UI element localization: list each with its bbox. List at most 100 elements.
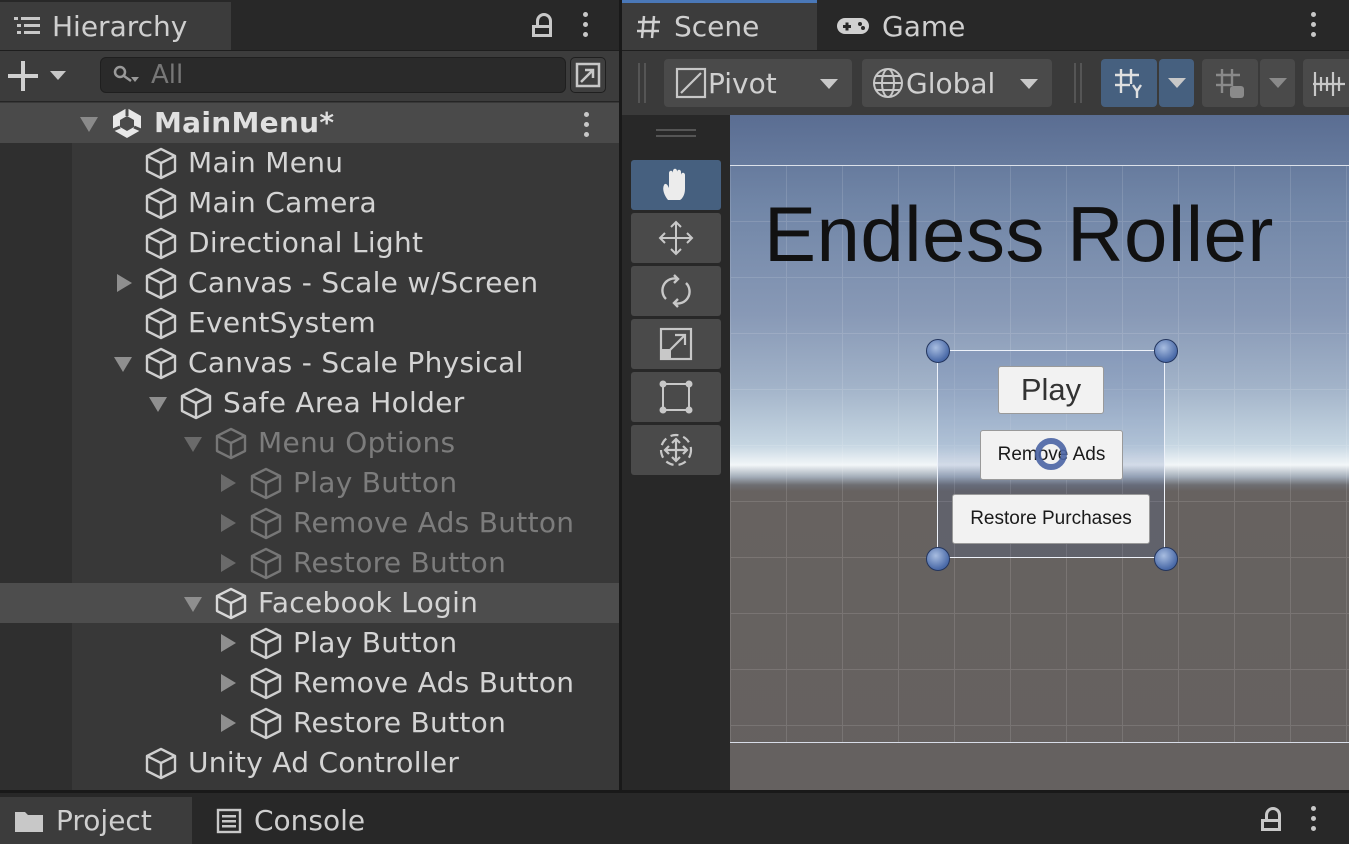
resize-handle-top-right[interactable] <box>1154 339 1178 363</box>
tree-row[interactable]: Canvas - Scale Physical <box>0 343 619 383</box>
expand-arrow-icon[interactable] <box>221 554 236 572</box>
tree-row-label: Canvas - Scale Physical <box>188 346 524 379</box>
tab-scene[interactable]: Scene <box>622 0 817 50</box>
game-title-text[interactable]: Endless Roller <box>764 189 1274 280</box>
tab-game[interactable]: Game <box>822 2 982 50</box>
grid-toggle-button[interactable] <box>1101 59 1157 107</box>
tree-row[interactable]: Directional Light <box>0 223 619 263</box>
hierarchy-panel: Hierarchy All MainMenu* Main Menu Main C… <box>0 0 619 790</box>
expand-arrow-icon[interactable] <box>221 674 236 692</box>
gamepad-icon <box>837 18 869 34</box>
hand-icon <box>663 168 685 200</box>
expand-arrow-icon[interactable] <box>221 634 236 652</box>
pivot-handle-icon[interactable] <box>1035 438 1067 470</box>
chevron-down-icon <box>1268 78 1287 88</box>
tree-row-inactive[interactable]: Restore Button <box>0 543 619 583</box>
scene-options-icon[interactable] <box>584 112 590 142</box>
collapse-arrow-icon[interactable] <box>184 437 202 452</box>
lock-icon[interactable] <box>1261 807 1281 831</box>
collapse-arrow-icon[interactable] <box>149 397 167 412</box>
resize-handle-bottom-right[interactable] <box>1154 547 1178 571</box>
collapse-arrow-icon[interactable] <box>184 597 202 612</box>
tree-row-inactive[interactable]: Play Button <box>0 463 619 503</box>
scale-tool-button[interactable] <box>631 319 721 369</box>
tab-console[interactable]: Console <box>202 797 402 844</box>
tree-row-label: Directional Light <box>188 226 424 259</box>
tree-row-selected[interactable]: Facebook Login <box>0 583 619 623</box>
tab-game-label: Game <box>882 9 966 43</box>
toolbar-grip <box>1074 63 1082 103</box>
global-dropdown[interactable]: Global <box>862 59 1052 107</box>
expand-arrow-icon[interactable] <box>117 274 132 292</box>
gameobject-cube-icon <box>250 467 282 500</box>
tree-row-label: Main Camera <box>188 186 377 219</box>
grid-snap-icon <box>1115 69 1142 98</box>
lock-icon[interactable] <box>532 13 552 37</box>
gameobject-cube-icon <box>145 347 177 380</box>
tab-project[interactable]: Project <box>0 797 192 844</box>
search-input[interactable] <box>141 59 553 91</box>
tree-row[interactable]: Remove Ads Button <box>0 663 619 703</box>
expand-arrow-icon[interactable] <box>221 714 236 732</box>
snap-toggle-button[interactable] <box>1202 59 1258 107</box>
plus-icon <box>8 61 66 91</box>
tree-row-label: Canvas - Scale w/Screen <box>188 266 539 299</box>
create-button[interactable] <box>8 61 68 91</box>
resize-handle-top-left[interactable] <box>926 339 950 363</box>
collapse-arrow-icon[interactable] <box>114 357 132 372</box>
rotate-icon <box>661 274 691 308</box>
tree-row-inactive[interactable]: Menu Options <box>0 423 619 463</box>
collapse-arrow-icon[interactable] <box>80 117 98 132</box>
hash-grid-icon <box>637 15 660 38</box>
tree-row[interactable]: Safe Area Holder <box>0 383 619 423</box>
tree-row[interactable]: Main Menu <box>0 143 619 183</box>
expand-arrow-icon[interactable] <box>221 474 236 492</box>
snap-options-dropdown[interactable] <box>1260 59 1295 107</box>
expand-arrow-icon[interactable] <box>221 514 236 532</box>
folder-icon <box>15 811 43 832</box>
gameobject-cube-icon <box>250 627 282 660</box>
search-field[interactable] <box>100 57 566 93</box>
more-options-icon[interactable] <box>583 12 589 42</box>
gameobject-cube-icon <box>180 387 212 420</box>
tab-console-label: Console <box>254 804 366 837</box>
increment-snap-button[interactable] <box>1303 59 1349 107</box>
resize-handle-bottom-left[interactable] <box>926 547 950 571</box>
tree-row-label: Unity Ad Controller <box>188 746 460 779</box>
rotate-tool-button[interactable] <box>631 266 721 316</box>
gameobject-cube-icon <box>145 267 177 300</box>
move-tool-button[interactable] <box>631 213 721 263</box>
more-options-icon[interactable] <box>1311 806 1317 836</box>
tree-row-label: Restore Button <box>293 706 507 739</box>
hierarchy-tab-bar: Hierarchy <box>0 0 619 51</box>
tree-row[interactable]: Main Camera <box>0 183 619 223</box>
gameobject-cube-icon <box>215 427 247 460</box>
tab-hierarchy[interactable]: Hierarchy <box>0 2 231 50</box>
rect-transform-icon <box>659 380 693 414</box>
tree-row[interactable]: EventSystem <box>0 303 619 343</box>
tab-hierarchy-label: Hierarchy <box>52 9 188 43</box>
tree-row[interactable]: Play Button <box>0 623 619 663</box>
restore-purchases-ui-button[interactable]: Restore Purchases <box>952 494 1150 544</box>
bottom-tab-bar: Project Console <box>0 793 1349 844</box>
play-ui-button[interactable]: Play <box>998 366 1104 414</box>
tree-row-scene-root[interactable]: MainMenu* <box>0 103 619 143</box>
grid-options-dropdown[interactable] <box>1159 59 1194 107</box>
tree-row[interactable]: Unity Ad Controller <box>0 743 619 783</box>
tree-row[interactable]: Restore Button <box>0 703 619 743</box>
tab-project-label: Project <box>56 804 152 837</box>
gameobject-cube-icon <box>145 147 177 180</box>
hand-tool-button[interactable] <box>631 160 721 210</box>
transform-tool-button[interactable] <box>631 425 721 475</box>
tree-row[interactable]: Canvas - Scale w/Screen <box>0 263 619 303</box>
tab-scene-label: Scene <box>674 10 760 43</box>
chevron-down-icon <box>1020 79 1038 89</box>
more-options-icon[interactable] <box>1311 12 1317 42</box>
scene-viewport[interactable]: Endless Roller Play Remove Ads Restore P… <box>730 115 1349 790</box>
gameobject-cube-icon <box>250 507 282 540</box>
rect-tool-button[interactable] <box>631 372 721 422</box>
search-scene-button[interactable] <box>570 57 606 93</box>
pivot-dropdown[interactable]: Pivot <box>664 59 852 107</box>
tree-row-inactive[interactable]: Remove Ads Button <box>0 503 619 543</box>
console-icon <box>216 808 242 833</box>
